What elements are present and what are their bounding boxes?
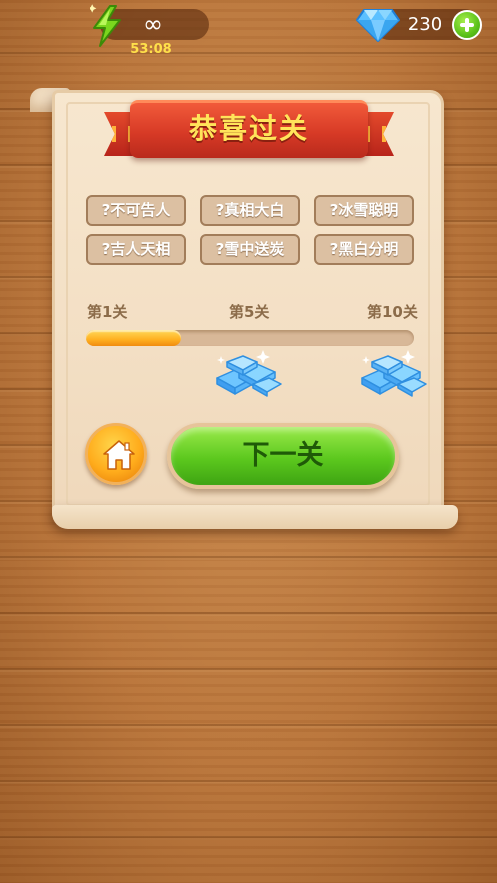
level-label-end: 第10关: [367, 303, 418, 321]
add-gems-button[interactable]: [452, 10, 482, 40]
idiom-tag: ?吉人天相: [86, 234, 186, 265]
idiom-tag: ?不可告人: [86, 195, 186, 226]
idiom-tag: ?雪中送炭: [200, 234, 300, 265]
next-level-button[interactable]: 下一关: [167, 423, 399, 489]
energy-value: ∞: [143, 10, 163, 38]
energy-timer: 53:08: [130, 42, 172, 57]
idiom-tag: ?真相大白: [200, 195, 300, 226]
idiom-tag: ?冰雪聪明: [314, 195, 414, 226]
level-label-mid: 第5关: [229, 303, 270, 321]
gem-value: 230: [407, 14, 443, 35]
home-icon: [103, 440, 135, 470]
panel-title: 恭喜过关: [188, 112, 309, 145]
scroll-curl-bottom: [52, 505, 458, 529]
level-progress-fill: [86, 330, 182, 346]
level-label-start: 第1关: [87, 303, 128, 321]
diamond-icon: [356, 9, 400, 42]
lightning-icon: [90, 4, 121, 47]
gem-pile-icon[interactable]: [213, 348, 285, 398]
gem-pile-icon[interactable]: [358, 348, 430, 398]
home-button[interactable]: [85, 423, 147, 485]
level-progress-bar: [86, 330, 414, 346]
next-level-label: 下一关: [242, 440, 324, 471]
idiom-tag: ?黑白分明: [314, 234, 414, 265]
